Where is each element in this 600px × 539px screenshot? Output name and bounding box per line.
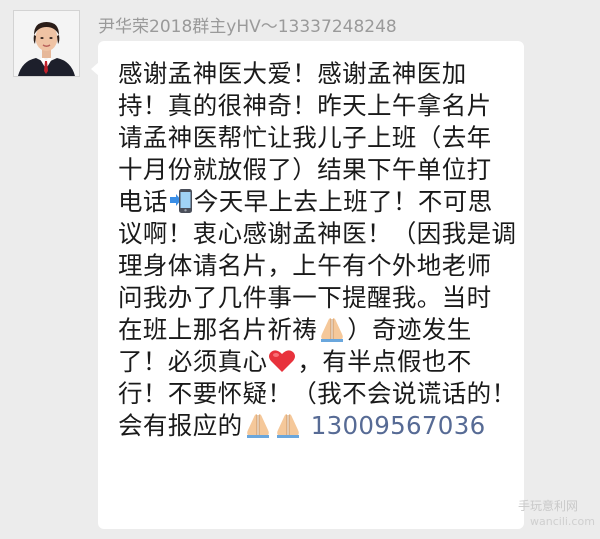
message-line: 请孟神医帮忙让我儿子上班（去年 (118, 123, 492, 152)
message-text: ）奇迹发生 (347, 315, 472, 344)
avatar[interactable] (13, 10, 80, 77)
message-line: 理身体请名片，上午有个外地老师 (118, 251, 492, 280)
message-line: 感谢孟神医大爱！感谢孟神医加 (118, 59, 467, 88)
message-line: 议啊！衷心感谢孟神医！（因我是调 (118, 219, 517, 248)
folded-hands-icon (274, 412, 302, 446)
message-text: 今天早上去上班了！不可思 (193, 187, 493, 216)
watermark-url: wancili.com (530, 515, 595, 528)
message-line: 十月份就放假了）结果下午单位打 (118, 155, 492, 184)
red-heart-icon (268, 348, 296, 382)
message-line: 行！不要怀疑！（我不会说谎话的！ (118, 379, 517, 408)
message-text: 电话 (118, 187, 168, 216)
message-text: 在班上那名片祈祷 (118, 315, 318, 344)
phone-number-link[interactable]: 13009567036 (311, 411, 486, 440)
message-text: 会有报应的 (118, 411, 243, 440)
message-text: ，有半点假也不 (297, 347, 472, 376)
message-line: 问我办了几件事一下提醒我。当时 (118, 283, 492, 312)
message-line: 持！真的很神奇！昨天上午拿名片 (118, 91, 492, 120)
message-line: 电话 今天早上去上班了！不可思 (118, 186, 493, 218)
watermark-logo: 手玩意利网 (518, 499, 579, 513)
message-line: 了！必须真心 ，有半点假也不 (118, 346, 472, 378)
folded-hands-icon (244, 412, 272, 446)
folded-hands-icon (318, 316, 346, 350)
message-text: 了！必须真心 (118, 347, 268, 376)
message-line: 在班上那名片祈祷 ）奇迹发生 (118, 314, 472, 346)
message-line: 会有报应的 13009567036 (118, 410, 485, 442)
sender-name: 尹华荣2018群主yHV～13337248248 (98, 17, 397, 37)
mobile-phone-arrow-icon (169, 188, 193, 222)
